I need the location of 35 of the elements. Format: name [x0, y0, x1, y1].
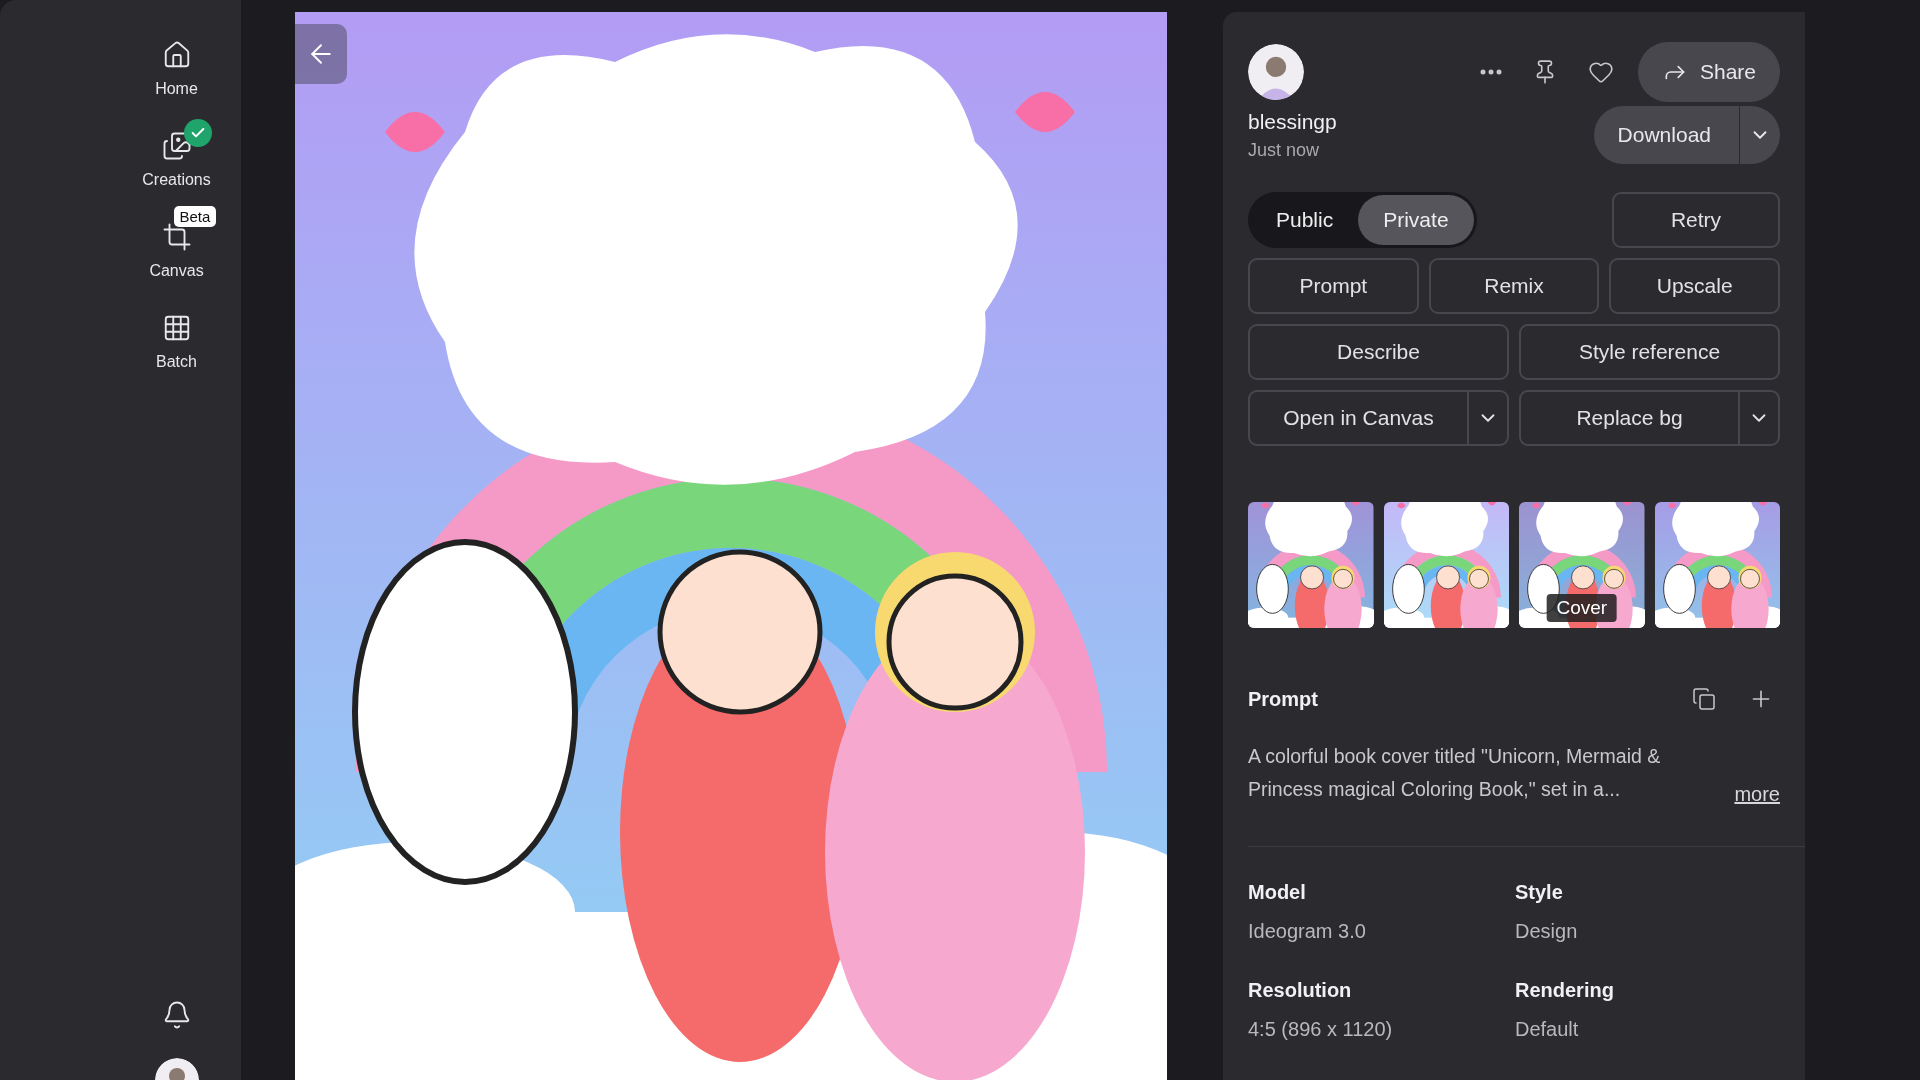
more-icon	[1479, 69, 1502, 75]
detail-label: Resolution	[1248, 979, 1353, 1002]
action-button[interactable]: Upscale	[1609, 258, 1780, 314]
detail-value: Default	[1515, 1018, 1580, 1041]
images-icon	[161, 131, 192, 161]
more-link[interactable]: more	[1734, 783, 1780, 806]
heart-icon	[1587, 59, 1614, 85]
detail-value: Ideogram 3.0	[1248, 920, 1367, 943]
sidebar-item[interactable]: Home	[124, 22, 229, 98]
beta-badge: Beta	[173, 206, 217, 227]
share-button[interactable]: Share	[1637, 42, 1780, 102]
sidebar-item[interactable]: Creations	[124, 113, 229, 189]
detail-label: Rendering	[1515, 979, 1615, 1002]
visibility-option[interactable]: Public	[1251, 195, 1359, 245]
thumbnail-label: Cover	[1546, 594, 1618, 622]
section-title: Prompt	[1248, 687, 1318, 711]
prompt-text: A colorful book cover titled "Unicorn, Mermaid & Princess magical Coloring Book," set in a...	[1248, 744, 1662, 802]
avatar[interactable]	[1248, 44, 1304, 100]
visibility-option[interactable]: Private	[1358, 195, 1474, 245]
action-button[interactable]: Style reference	[1519, 324, 1780, 380]
action-button[interactable]: Remix	[1428, 258, 1600, 314]
sidebar-item[interactable]: Beta Canvas	[124, 204, 229, 280]
copy-icon	[1692, 687, 1716, 711]
detail-value: 4:5 (896 x 1120)	[1248, 1018, 1394, 1041]
back-button[interactable]	[295, 24, 347, 84]
detail-label: Style	[1515, 881, 1564, 904]
sidebar-item[interactable]: Batch	[124, 295, 229, 371]
crop-icon	[161, 222, 192, 252]
timestamp: Just now	[1248, 139, 1321, 161]
username: blessingp	[1248, 109, 1337, 134]
detail-label: Model	[1248, 881, 1307, 904]
action-button[interactable]: Prompt	[1248, 258, 1419, 314]
detail-value: Design	[1515, 920, 1579, 943]
action-button[interactable]: Describe	[1248, 324, 1509, 380]
retry-button[interactable]: Retry	[1612, 192, 1780, 248]
